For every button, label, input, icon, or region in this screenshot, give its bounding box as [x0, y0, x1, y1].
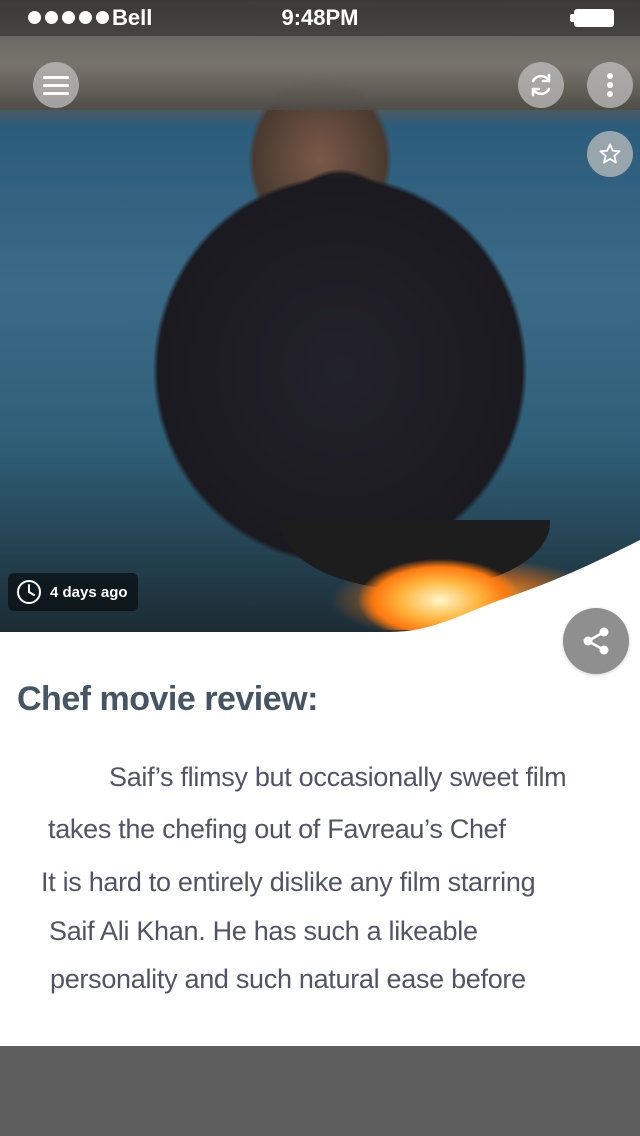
more-vertical-icon: [607, 73, 613, 97]
article-line: It is hard to entirely dislike any film …: [41, 867, 536, 897]
article-line: personality and such natural ease before: [50, 964, 526, 994]
more-options-button[interactable]: [587, 62, 633, 108]
bottom-bar: [0, 1046, 640, 1136]
clock-icon: [17, 580, 41, 604]
article-line: takes the chefing out of Favreau’s Chef: [48, 814, 506, 844]
article-line: Saif Ali Khan. He has such a likeable: [49, 916, 478, 946]
status-bar: Bell 9:48PM: [0, 0, 640, 36]
share-button[interactable]: [563, 608, 629, 674]
star-icon: [599, 143, 621, 164]
menu-button[interactable]: [33, 62, 79, 108]
refresh-icon: [531, 73, 551, 97]
article-line: Saif’s flimsy but occasionally sweet fil…: [109, 762, 567, 792]
time-ago-badge: 4 days ago: [8, 573, 138, 611]
favorite-button[interactable]: [587, 131, 633, 177]
article-title: Chef movie review:: [17, 680, 318, 718]
battery-icon: [570, 9, 614, 27]
hamburger-icon: [43, 76, 69, 95]
hero-flame: [330, 520, 550, 630]
share-icon: [583, 627, 609, 655]
time-ago-label: 4 days ago: [50, 583, 128, 601]
refresh-button[interactable]: [518, 62, 564, 108]
status-time: 9:48PM: [281, 5, 359, 30]
